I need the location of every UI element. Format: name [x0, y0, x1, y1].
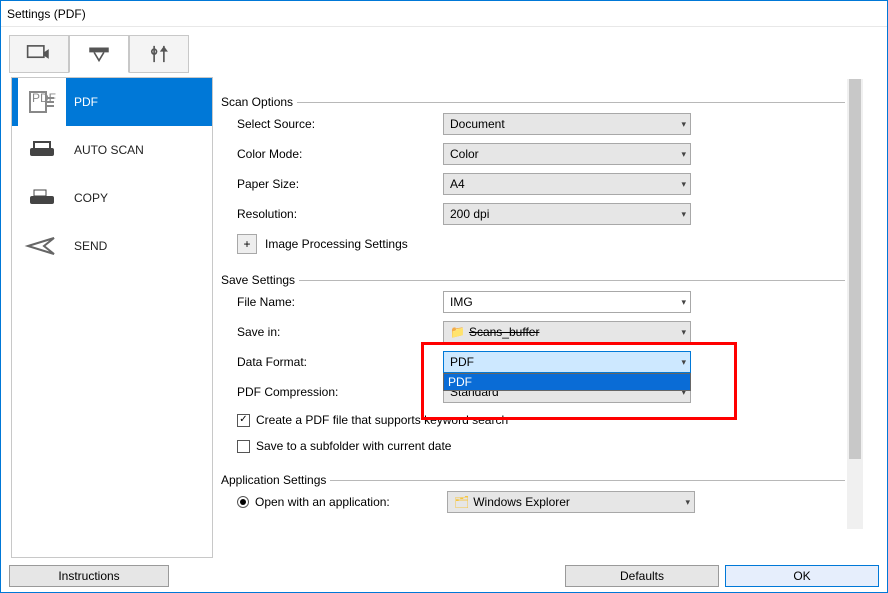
resolution-label: Resolution:	[237, 207, 443, 221]
open-with-radio[interactable]	[237, 496, 249, 508]
resolution-value: 200 dpi	[450, 207, 489, 221]
keyword-search-checkbox[interactable]	[237, 414, 250, 427]
paper-size-label: Paper Size:	[237, 177, 443, 191]
select-source-value: Document	[450, 117, 505, 131]
image-processing-expand-button[interactable]: +	[237, 234, 257, 254]
select-source-combo[interactable]: Document ▾	[443, 113, 691, 135]
explorer-icon: 🗂	[454, 495, 469, 509]
chevron-down-icon: ▾	[681, 119, 686, 130]
tools-icon	[146, 44, 172, 64]
settings-window: Settings (PDF) PDF PDF AUTO SCAN	[0, 0, 888, 593]
paper-size-combo[interactable]: A4 ▾	[443, 173, 691, 195]
open-with-value: Windows Explorer	[473, 495, 570, 509]
color-mode-value: Color	[450, 147, 479, 161]
data-format-value: PDF	[450, 355, 474, 369]
subfolder-date-label: Save to a subfolder with current date	[256, 439, 451, 453]
chevron-down-icon: ▾	[681, 357, 686, 368]
scrollbar-thumb[interactable]	[849, 79, 861, 459]
file-name-input[interactable]: IMG ▾	[443, 291, 691, 313]
save-settings-legend: Save Settings	[221, 273, 299, 287]
folder-icon: 📁	[450, 325, 465, 339]
sidebar-item-label: COPY	[72, 191, 206, 205]
save-in-value: Scans_buffer	[469, 325, 540, 339]
sidebar-item-copy[interactable]: COPY	[12, 174, 212, 222]
monitor-icon	[26, 44, 52, 64]
autoscan-icon	[18, 126, 66, 174]
tab-scanner[interactable]	[69, 35, 129, 73]
scan-options-legend: Scan Options	[221, 95, 297, 109]
window-title: Settings (PDF)	[1, 1, 887, 27]
content-area: Scan Options Select Source: Document ▾ C…	[221, 77, 863, 558]
data-format-dropdown: PDF	[443, 373, 691, 391]
body-area: PDF PDF AUTO SCAN COPY SEND	[1, 73, 887, 558]
file-name-value: IMG	[450, 295, 473, 309]
tab-device[interactable]	[9, 35, 69, 73]
select-source-label: Select Source:	[237, 117, 443, 131]
tab-tools[interactable]	[129, 35, 189, 73]
resolution-combo[interactable]: 200 dpi ▾	[443, 203, 691, 225]
subfolder-date-checkbox[interactable]	[237, 440, 250, 453]
pdf-icon: PDF	[18, 78, 66, 126]
sidebar-item-label: SEND	[72, 239, 206, 253]
sidebar-item-autoscan[interactable]: AUTO SCAN	[12, 126, 212, 174]
data-format-option-pdf[interactable]: PDF	[444, 374, 690, 390]
sidebar-item-pdf[interactable]: PDF PDF	[12, 78, 212, 126]
data-format-combo[interactable]: PDF ▾ PDF	[443, 351, 691, 373]
send-icon	[18, 222, 66, 270]
scrollbar-track[interactable]	[847, 79, 863, 529]
pdf-compression-label: PDF Compression:	[237, 385, 443, 399]
sidebar: PDF PDF AUTO SCAN COPY SEND	[11, 77, 213, 558]
scan-options-group: Scan Options Select Source: Document ▾ C…	[221, 95, 845, 259]
chevron-down-icon: ▾	[681, 209, 686, 220]
top-tabs	[1, 27, 887, 73]
sidebar-item-label: AUTO SCAN	[72, 143, 206, 157]
defaults-button[interactable]: Defaults	[565, 565, 719, 587]
application-settings-legend: Application Settings	[221, 473, 330, 487]
keyword-search-label: Create a PDF file that supports keyword …	[256, 413, 508, 427]
chevron-down-icon: ▾	[681, 149, 686, 160]
sidebar-item-label: PDF	[72, 95, 206, 109]
save-in-combo[interactable]: 📁 Scans_buffer ▾	[443, 321, 691, 343]
open-with-label: Open with an application:	[255, 495, 447, 509]
instructions-button[interactable]: Instructions	[9, 565, 169, 587]
chevron-down-icon: ▾	[681, 179, 686, 190]
file-name-label: File Name:	[237, 295, 443, 309]
ok-button[interactable]: OK	[725, 565, 879, 587]
scanner-icon	[86, 44, 112, 64]
footer: Instructions Defaults OK	[1, 558, 887, 592]
chevron-down-icon: ▾	[685, 497, 690, 508]
image-processing-label: Image Processing Settings	[265, 237, 408, 251]
color-mode-label: Color Mode:	[237, 147, 443, 161]
color-mode-combo[interactable]: Color ▾	[443, 143, 691, 165]
save-settings-group: Save Settings File Name: IMG ▾ Save in: …	[221, 273, 845, 459]
paper-size-value: A4	[450, 177, 465, 191]
chevron-down-icon: ▾	[681, 327, 686, 338]
open-with-combo[interactable]: 🗂 Windows Explorer ▾	[447, 491, 695, 513]
application-settings-group: Application Settings Open with an applic…	[221, 473, 845, 517]
chevron-down-icon: ▾	[681, 297, 686, 308]
copy-icon	[18, 174, 66, 222]
data-format-label: Data Format:	[237, 355, 443, 369]
sidebar-item-send[interactable]: SEND	[12, 222, 212, 270]
save-in-label: Save in:	[237, 325, 443, 339]
